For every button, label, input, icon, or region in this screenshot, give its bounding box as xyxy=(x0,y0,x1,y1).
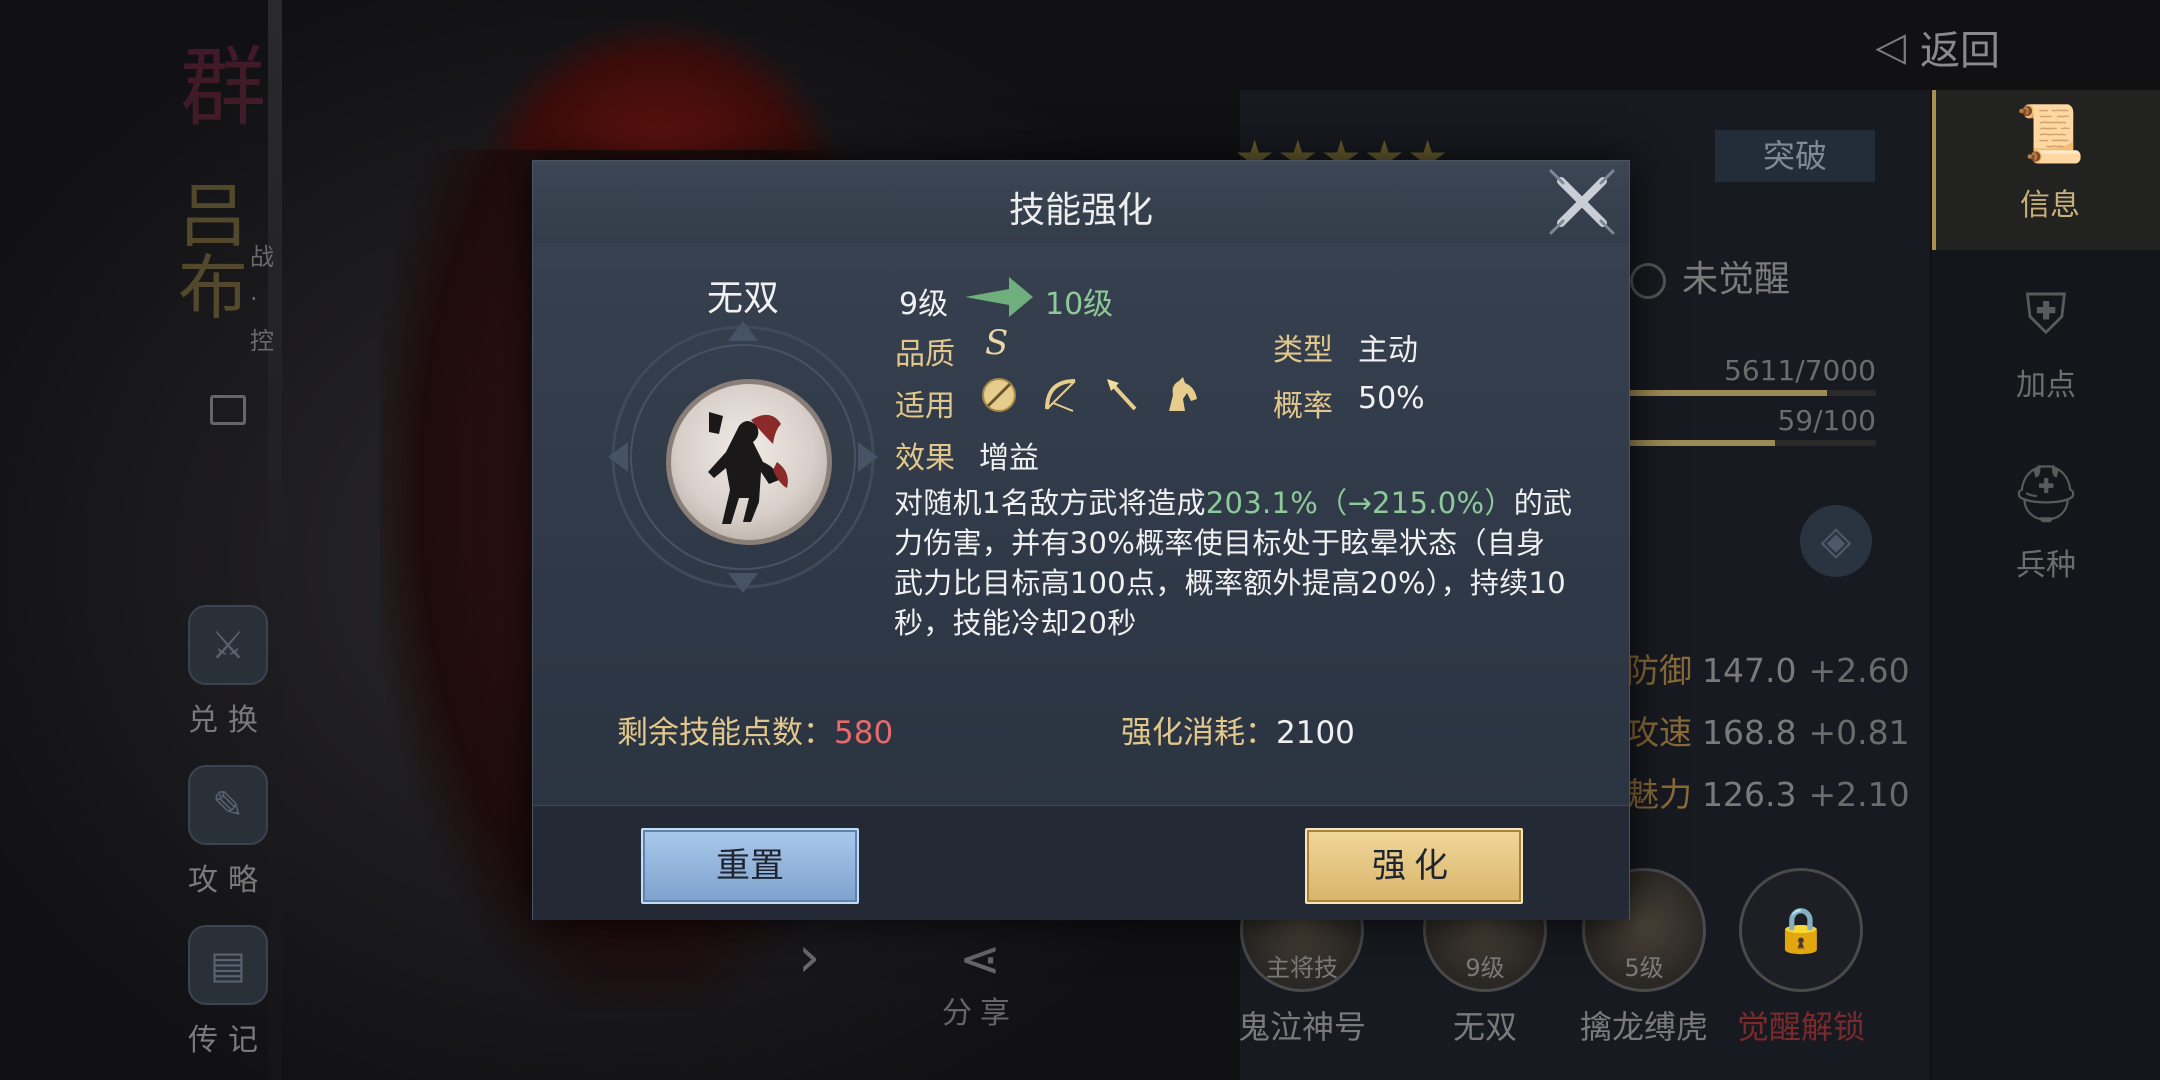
dialog-header: 技能强化 xyxy=(533,161,1629,244)
chance-label: 概率 xyxy=(1273,389,1333,424)
secondary-bar xyxy=(1630,440,1876,446)
warrior-silhouette-icon xyxy=(708,412,788,524)
stat-charm: 魅力 126.3 +2.10 xyxy=(1626,768,1910,816)
stat-name: 攻速 xyxy=(1626,713,1692,752)
stat-name: 防御 xyxy=(1626,651,1692,690)
stat-bonus: +2.10 xyxy=(1808,775,1910,814)
troop-emblem-icon: ◈ xyxy=(1800,505,1872,577)
remaining-points-label: 剩余技能点数： xyxy=(617,715,834,751)
bow-icon xyxy=(1045,379,1076,412)
exchange-icon: ⚔ xyxy=(188,605,268,685)
upgrade-cost-value: 2100 xyxy=(1276,715,1355,751)
shield-icon xyxy=(982,378,1016,412)
hero-class-tag: 战·控 xyxy=(250,243,274,355)
biography-button[interactable]: ▤ 传记 xyxy=(188,925,268,1059)
skill-slot-name: 无双 xyxy=(1452,1008,1517,1046)
quality-value: S xyxy=(985,323,1009,363)
skill-slot-name: 觉醒解锁 xyxy=(1736,1008,1865,1046)
desc-prefix: 对随机1名敌方武将造成 xyxy=(894,486,1206,520)
skill-medallion xyxy=(598,321,888,611)
exchange-label: 兑换 xyxy=(188,703,268,738)
remaining-points: 剩余技能点数：580 xyxy=(617,707,893,752)
horse-icon xyxy=(1169,377,1197,411)
back-button[interactable]: ◁ 返回 xyxy=(1875,18,2000,76)
secondary-bar-text: 59/100 xyxy=(1777,404,1876,437)
stat-value: 126.3 xyxy=(1702,775,1797,814)
nav-info-label: 信息 xyxy=(2020,188,2080,223)
rank-badge xyxy=(210,395,246,425)
upgrade-cost: 强化消耗：2100 xyxy=(1121,707,1355,752)
exp-bar-fill xyxy=(1630,390,1828,396)
skill-slot-awaken[interactable]: 🔒 觉醒解锁 xyxy=(1736,868,1866,1048)
upgrade-button[interactable]: 强化 xyxy=(1305,828,1523,904)
awaken-status: 未觉醒 xyxy=(1630,250,1790,302)
hero-name: 吕布 xyxy=(178,175,248,329)
skill-slot-tag: 9级 xyxy=(1465,954,1505,982)
effect-label: 效果 xyxy=(895,441,955,476)
lock-icon: 🔒 xyxy=(1739,868,1863,992)
spear-icon xyxy=(1107,379,1137,411)
nav-points-label: 加点 xyxy=(2016,368,2076,403)
type-value: 主动 xyxy=(1358,333,1418,368)
nav-troops[interactable]: ⛑ 兵种 xyxy=(1932,450,2160,610)
remaining-points-value: 580 xyxy=(834,715,894,751)
skill-slot-name: 擒龙缚虎 xyxy=(1579,1008,1708,1046)
exp-bar xyxy=(1630,390,1876,396)
awaken-icon xyxy=(1630,263,1666,299)
nav-info[interactable]: 📜 信息 xyxy=(1932,90,2160,250)
arrow-right-icon xyxy=(965,277,1033,317)
apply-label: 适用 xyxy=(895,389,955,424)
dialog-title: 技能强化 xyxy=(1008,190,1153,231)
share-icon: ⋖ xyxy=(959,930,1001,988)
desc-damage-value: 203.1%（→215.0%） xyxy=(1205,486,1514,520)
faction-title: 群 xyxy=(180,38,266,138)
helmet-icon: ⛑ xyxy=(2010,462,2082,527)
biography-label: 传记 xyxy=(188,1023,268,1058)
stat-bonus: +0.81 xyxy=(1808,713,1910,752)
stat-bonus: +2.60 xyxy=(1808,651,1910,690)
back-label: 返回 xyxy=(1920,28,2000,74)
skill-icon xyxy=(666,379,832,545)
level-to: 10级 xyxy=(1045,287,1114,322)
skill-slot-tag: 5级 xyxy=(1624,954,1664,982)
effect-value: 增益 xyxy=(979,441,1039,476)
secondary-bar-fill xyxy=(1630,440,1776,446)
share-button[interactable]: ⋖ 分享 xyxy=(940,930,1020,1032)
breakthrough-button[interactable]: 突破 xyxy=(1715,130,1875,182)
skill-slot-tag: 主将技 xyxy=(1266,954,1338,982)
stat-attack-speed: 攻速 168.8 +0.81 xyxy=(1626,706,1910,754)
next-arrow-icon[interactable]: › xyxy=(798,925,820,990)
stat-name: 魅力 xyxy=(1626,775,1692,814)
type-label: 类型 xyxy=(1273,333,1333,368)
biography-icon: ▤ xyxy=(188,925,268,1005)
skill-slot-name: 鬼泣神号 xyxy=(1237,1008,1366,1046)
nav-points[interactable]: ⛨ 加点 xyxy=(1932,270,2160,430)
reset-button[interactable]: 重置 xyxy=(641,828,859,904)
back-arrow-icon: ◁ xyxy=(1875,24,1906,70)
nav-troops-label: 兵种 xyxy=(2016,548,2076,583)
stat-value: 147.0 xyxy=(1702,651,1797,690)
guide-button[interactable]: ✎ 攻略 xyxy=(188,765,268,899)
skill-name: 无双 xyxy=(706,278,779,319)
guide-icon: ✎ xyxy=(188,765,268,845)
stat-defense: 防御 147.0 +2.60 xyxy=(1626,644,1910,692)
hero-halberd xyxy=(268,0,282,1080)
right-nav: 📜 信息 ⛨ 加点 ⛑ 兵种 xyxy=(1932,90,2160,1080)
exchange-button[interactable]: ⚔ 兑换 xyxy=(188,605,268,739)
exp-text: 5611/7000 xyxy=(1724,354,1876,387)
scroll-icon: 📜 xyxy=(2015,102,2085,167)
level-from: 9级 xyxy=(899,287,949,322)
guide-label: 攻略 xyxy=(188,863,268,898)
awaken-status-text: 未觉醒 xyxy=(1682,259,1791,300)
upgrade-cost-label: 强化消耗： xyxy=(1121,715,1276,751)
quality-label: 品质 xyxy=(895,337,955,372)
armor-plus-icon: ⛨ xyxy=(2025,282,2067,347)
close-icon[interactable] xyxy=(1543,163,1621,241)
stat-value: 168.8 xyxy=(1702,713,1797,752)
share-label: 分享 xyxy=(942,996,1018,1031)
chance-value: 50% xyxy=(1358,381,1425,416)
skill-description: 对随机1名敌方武将造成203.1%（→215.0%）的武力伤害，并有30%概率使… xyxy=(894,483,1574,643)
skill-upgrade-dialog: 技能强化 无双 9级 10级 品质 S 类型 主动 适用 概率 50% 效果 增… xyxy=(532,160,1630,920)
